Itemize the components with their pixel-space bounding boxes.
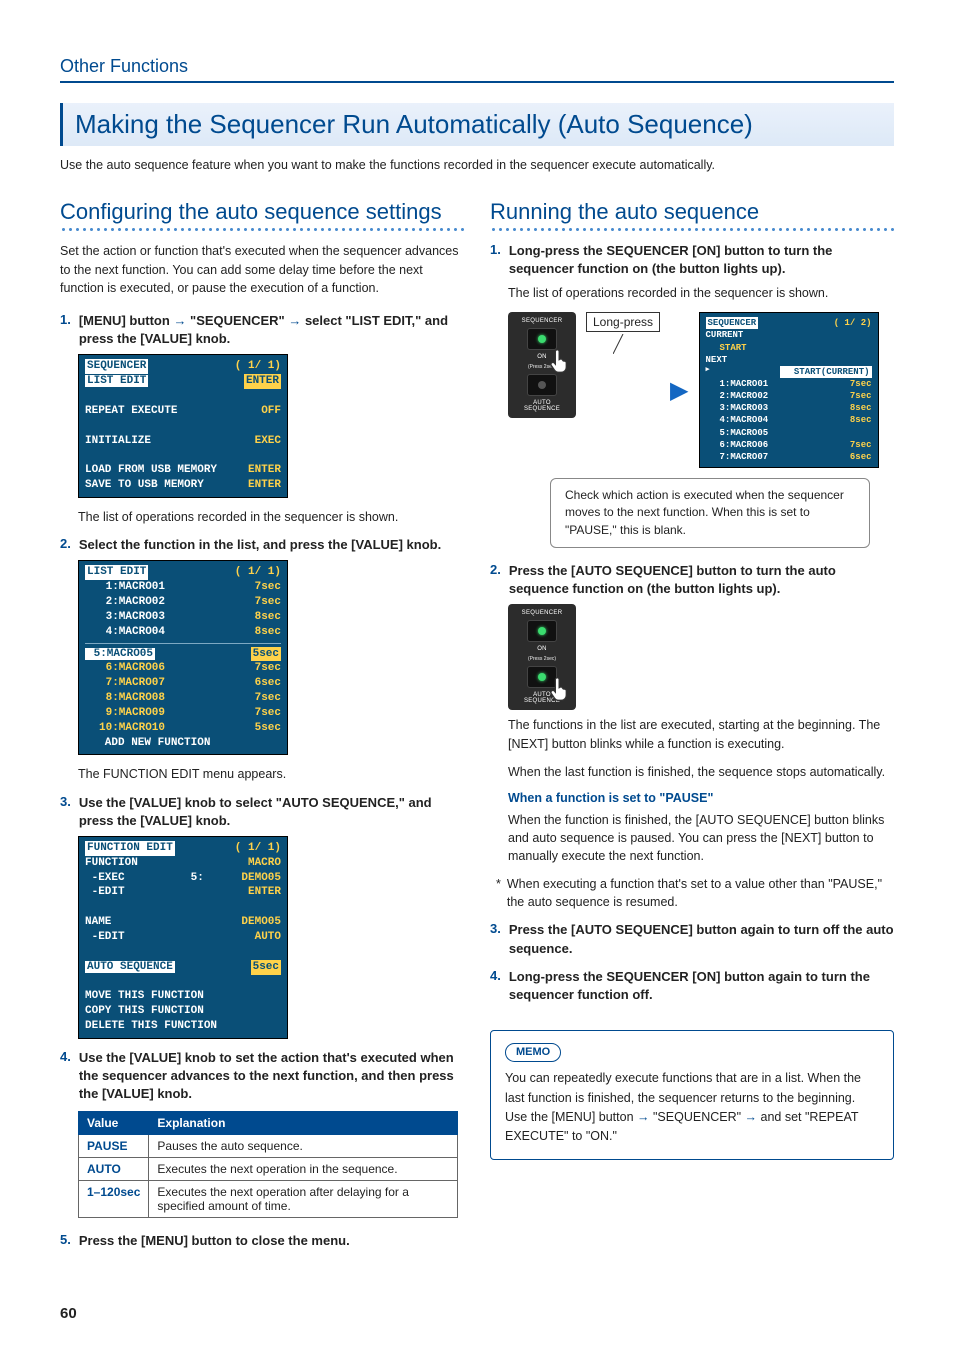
- step-text: [MENU] button → "SEQUENCER" → select "LI…: [79, 312, 464, 348]
- lcd-sequencer-running: SEQUENCER( 1/ 2) CURRENT START NEXT ▶STA…: [699, 312, 879, 468]
- right-step1-note: The list of operations recorded in the s…: [508, 284, 894, 302]
- right-step-4: 4. Long-press the SEQUENCER [ON] button …: [490, 968, 894, 1004]
- left-step-2: 2. Select the function in the list, and …: [60, 536, 464, 554]
- right-step-2: 2. Press the [AUTO SEQUENCE] button to t…: [490, 562, 894, 598]
- asterisk-note: * When executing a function that's set t…: [496, 875, 894, 911]
- memo-block: MEMO You can repeatedly execute function…: [490, 1030, 894, 1160]
- lcd-list-edit: LIST EDIT( 1/ 1) 1:MACRO017sec 2:MACRO02…: [78, 560, 288, 755]
- step2-note: The FUNCTION EDIT menu appears.: [78, 765, 464, 783]
- right-step-3: 3. Press the [AUTO SEQUENCE] button agai…: [490, 921, 894, 957]
- step1-note: The list of operations recorded in the s…: [78, 508, 464, 526]
- step-text: Long-press the SEQUENCER [ON] button to …: [509, 242, 894, 278]
- sequencer-on-button-lit: [527, 620, 557, 642]
- page-title: Making the Sequencer Run Automatically (…: [75, 109, 882, 140]
- step-text: Press the [AUTO SEQUENCE] button again t…: [509, 921, 894, 957]
- asterisk-icon: *: [496, 875, 501, 911]
- play-arrow-icon: ▶: [670, 376, 688, 405]
- left-step-3: 3. Use the [VALUE] knob to select "AUTO …: [60, 794, 464, 830]
- arrow-icon: →: [637, 1110, 650, 1124]
- pause-text: When the function is finished, the [AUTO…: [508, 811, 894, 865]
- right-step2-note2: When the last function is finished, the …: [508, 763, 894, 781]
- memo-text-2: Use the [MENU] button → "SEQUENCER" → an…: [505, 1108, 879, 1147]
- memo-text-1: You can repeatedly execute functions tha…: [505, 1069, 879, 1108]
- lcd-sequencer-menu: SEQUENCER( 1/ 1) LIST EDITENTER REPEAT E…: [78, 354, 288, 498]
- leader-line-icon: [613, 334, 633, 354]
- finger-pointer-icon: [546, 674, 576, 704]
- step-number: 1.: [60, 312, 71, 348]
- arrow-icon: →: [288, 313, 301, 328]
- left-step-4: 4. Use the [VALUE] knob to set the actio…: [60, 1049, 464, 1104]
- right-step-1: 1. Long-press the SEQUENCER [ON] button …: [490, 242, 894, 278]
- auto-sequence-button: [527, 374, 557, 396]
- arrow-icon: →: [173, 313, 186, 328]
- pause-subtitle: When a function is set to "PAUSE": [508, 791, 894, 805]
- dotted-rule: [60, 227, 464, 232]
- step-text: Press the [AUTO SEQUENCE] button to turn…: [509, 562, 894, 598]
- memo-badge: MEMO: [505, 1043, 561, 1062]
- left-subtitle: Configuring the auto sequence settings: [60, 199, 464, 225]
- right-subtitle: Running the auto sequence: [490, 199, 894, 225]
- step-text: Select the function in the list, and pre…: [79, 536, 441, 554]
- step-number: 3.: [60, 794, 71, 830]
- step-number: 4.: [490, 968, 501, 1004]
- step-number: 3.: [490, 921, 501, 957]
- right-column: Running the auto sequence 1. Long-press …: [490, 199, 894, 1257]
- step-number: 1.: [490, 242, 501, 278]
- callout-box: Check which action is executed when the …: [550, 478, 870, 548]
- step-number: 2.: [490, 562, 501, 598]
- left-lead: Set the action or function that's execut…: [60, 242, 464, 298]
- step-number: 4.: [60, 1049, 71, 1104]
- intro-text: Use the auto sequence feature when you w…: [60, 156, 894, 175]
- step-text: Long-press the SEQUENCER [ON] button aga…: [509, 968, 894, 1004]
- finger-pointer-icon: [546, 346, 576, 376]
- longpress-label: Long-press: [586, 312, 660, 332]
- dotted-rule: [490, 227, 894, 232]
- left-step-1: 1. [MENU] button → "SEQUENCER" → select …: [60, 312, 464, 348]
- step-text: Use the [VALUE] knob to select "AUTO SEQ…: [79, 794, 464, 830]
- step-number: 5.: [60, 1232, 71, 1250]
- page-number: 60: [60, 1305, 77, 1322]
- left-step-5: 5. Press the [MENU] button to close the …: [60, 1232, 464, 1250]
- step-text: Press the [MENU] button to close the men…: [79, 1232, 350, 1250]
- flow-diagram: SEQUENCER ON (Press 2sec) AUTO SEQUENCE …: [508, 312, 894, 468]
- step-number: 2.: [60, 536, 71, 554]
- right-step2-note1: The functions in the list are executed, …: [508, 716, 894, 752]
- step-text: Use the [VALUE] knob to set the action t…: [79, 1049, 464, 1104]
- lcd-function-edit: FUNCTION EDIT( 1/ 1) FUNCTIONMACRO -EXEC…: [78, 836, 288, 1039]
- value-explanation-table: ValueExplanation PAUSEPauses the auto se…: [78, 1111, 458, 1218]
- left-column: Configuring the auto sequence settings S…: [60, 199, 464, 1257]
- main-title-bar: Making the Sequencer Run Automatically (…: [60, 103, 894, 146]
- section-header: Other Functions: [60, 56, 894, 83]
- arrow-icon: →: [745, 1110, 758, 1124]
